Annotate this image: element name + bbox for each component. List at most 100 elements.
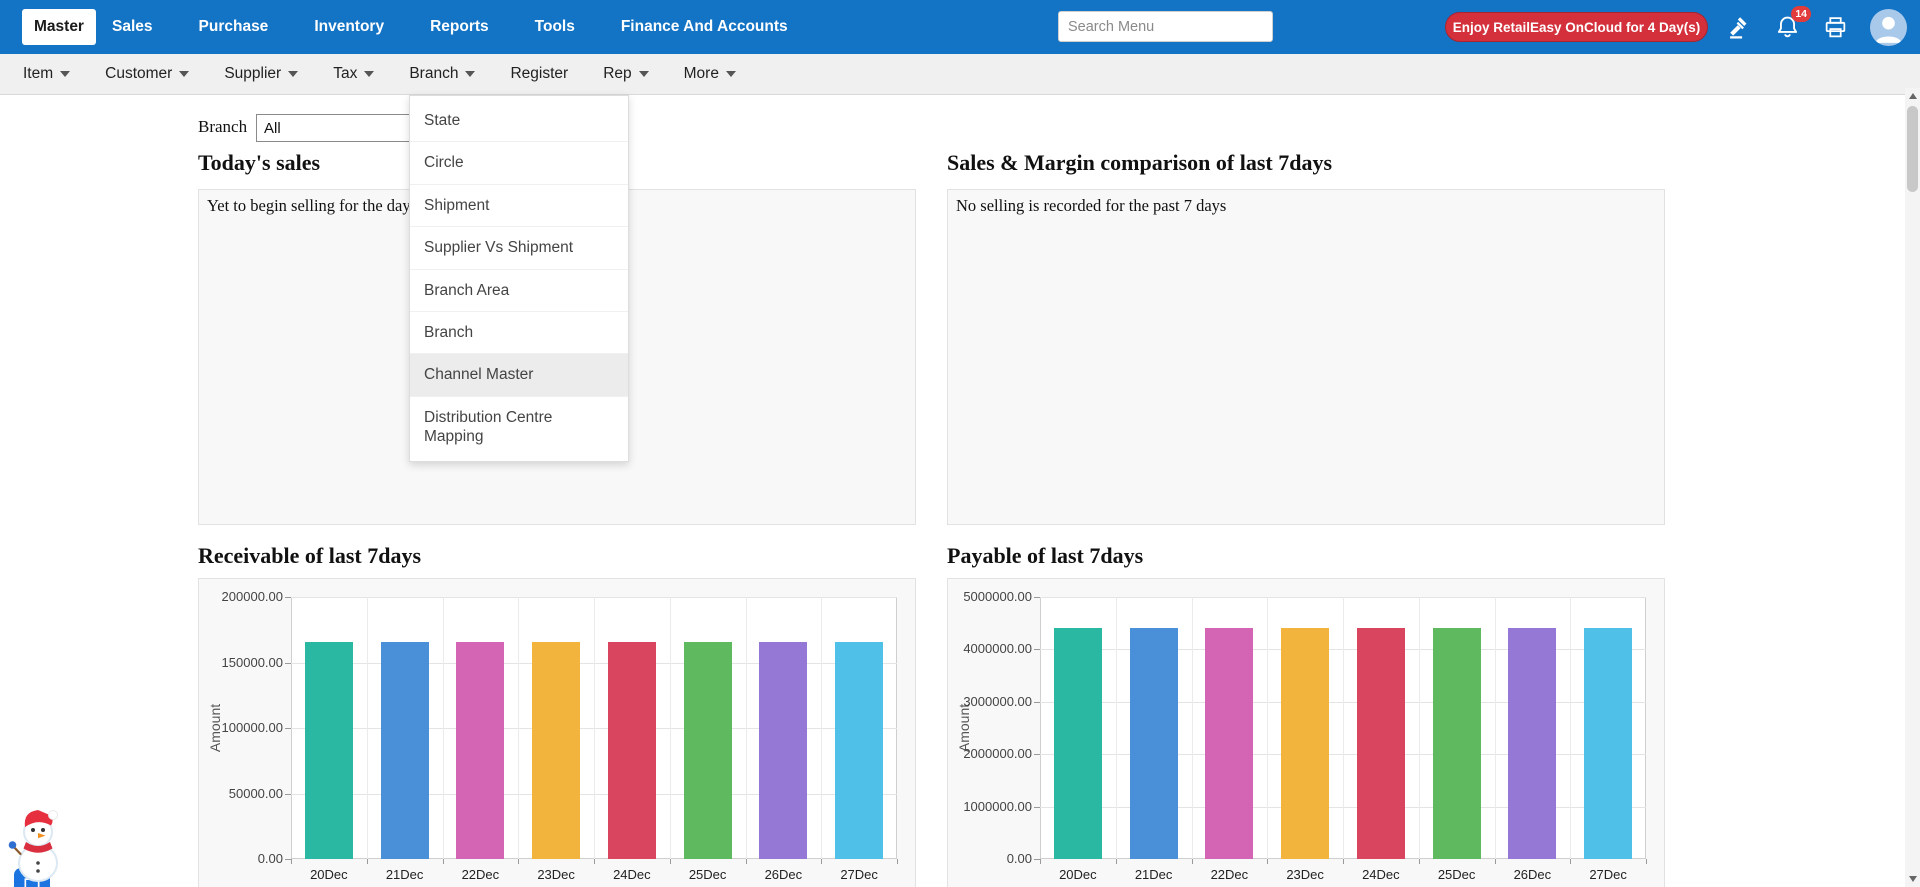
axis-tick bbox=[1115, 859, 1117, 864]
dropdown-item-channel-master[interactable]: Channel Master bbox=[410, 354, 628, 397]
chevron-down-icon bbox=[638, 71, 649, 77]
branch-filter-label: Branch bbox=[198, 117, 248, 136]
nav-master-active[interactable]: Master bbox=[22, 9, 96, 45]
axis-tick bbox=[1646, 859, 1647, 864]
promo-trial-button[interactable]: Enjoy RetailEasy OnCloud for 4 Day(s) bbox=[1445, 12, 1708, 42]
bar-20Dec bbox=[304, 641, 353, 859]
gridline bbox=[1191, 597, 1193, 859]
axis-tick bbox=[821, 859, 823, 864]
gridline bbox=[1494, 597, 1496, 859]
dropdown-item-supplier-vs-shipment[interactable]: Supplier Vs Shipment bbox=[410, 227, 628, 270]
menu-item-label: Tax bbox=[333, 65, 358, 82]
y-tick-label: 3000000.00 bbox=[963, 693, 1032, 709]
dropdown-item-branch-area[interactable]: Branch Area bbox=[410, 270, 628, 312]
scrollbar-up-arrow[interactable] bbox=[1905, 88, 1920, 104]
x-tick-label: 23Dec bbox=[537, 867, 575, 882]
menu-item-label: Item bbox=[23, 65, 54, 82]
topnav-item-sales[interactable]: Sales bbox=[112, 18, 153, 36]
bar-26Dec bbox=[759, 641, 808, 859]
printer-icon[interactable] bbox=[1822, 14, 1848, 40]
bell-icon[interactable]: 14 bbox=[1774, 6, 1811, 40]
y-tick-label: 200000.00 bbox=[221, 589, 283, 604]
sales-margin-title: Sales & Margin comparison of last 7days bbox=[947, 150, 1332, 175]
axis-tick bbox=[285, 597, 291, 598]
axis-tick bbox=[1034, 597, 1040, 598]
x-tick-label: 24Dec bbox=[1362, 867, 1400, 882]
x-tick-label: 27Dec bbox=[1589, 867, 1627, 882]
menu-item-rep[interactable]: Rep bbox=[603, 65, 649, 83]
menu-item-item[interactable]: Item bbox=[23, 65, 71, 83]
y-axis-title: Amount bbox=[956, 703, 972, 753]
scrollbar-thumb[interactable] bbox=[1907, 106, 1918, 192]
gridline bbox=[745, 597, 747, 859]
axis-tick bbox=[1343, 859, 1344, 864]
y-tick-label: 50000.00 bbox=[228, 785, 283, 801]
dropdown-item-circle[interactable]: Circle bbox=[410, 142, 628, 185]
gridline bbox=[518, 597, 520, 859]
axis-tick bbox=[285, 662, 291, 664]
app-viewport: Master Sales Purchase Inventory Reports Tool… bbox=[0, 0, 1920, 887]
y-tick-label: 1000000.00 bbox=[963, 798, 1032, 814]
dropdown-item-distribution-centre-mapping[interactable]: Distribution Centre Mapping bbox=[410, 397, 628, 458]
topnav-item-purchase[interactable]: Purchase bbox=[199, 18, 269, 36]
top-navigation-bar: Master Sales Purchase Inventory Reports Tool… bbox=[0, 0, 1920, 54]
menu-item-supplier[interactable]: Supplier bbox=[224, 65, 299, 83]
topbar-icons: 14 bbox=[1726, 0, 1907, 54]
axis-tick bbox=[1034, 806, 1040, 808]
menu-item-label: Branch bbox=[409, 65, 459, 82]
y-tick-label: 0.00 bbox=[1006, 851, 1032, 866]
dropdown-item-state[interactable]: State bbox=[410, 100, 628, 143]
dropdown-item-branch[interactable]: Branch bbox=[410, 312, 628, 355]
gridline bbox=[1267, 597, 1269, 859]
y-tick-label: 4000000.00 bbox=[963, 641, 1032, 657]
receivable-chart-panel: Amount 0.00 50000.00 100000.00 150000.00 2000… bbox=[198, 578, 916, 887]
bar-24Dec bbox=[1356, 628, 1405, 859]
menu-item-tax[interactable]: Tax bbox=[333, 65, 375, 83]
chevron-down-icon bbox=[465, 71, 476, 77]
axis-tick bbox=[1570, 859, 1572, 864]
bar-27Dec bbox=[1584, 628, 1633, 859]
axis-tick bbox=[366, 859, 368, 864]
x-tick-label: 20Dec bbox=[310, 867, 348, 882]
axis-tick bbox=[669, 859, 671, 864]
x-tick-label: 22Dec bbox=[461, 867, 500, 882]
topnav-item-finance-and-accounts[interactable]: Finance And Accounts bbox=[621, 18, 788, 36]
bar-20Dec bbox=[1053, 628, 1102, 859]
menu-item-branch[interactable]: Branch bbox=[409, 65, 476, 83]
axis-tick bbox=[1034, 649, 1040, 651]
x-tick-label: 24Dec bbox=[613, 867, 651, 882]
user-avatar[interactable] bbox=[1870, 8, 1907, 46]
x-tick-label: 21Dec bbox=[385, 867, 424, 882]
y-tick-label: 0.00 bbox=[257, 851, 283, 866]
menu-item-label: Register bbox=[510, 65, 569, 82]
bar-22Dec bbox=[1205, 628, 1254, 859]
topnav-item-inventory[interactable]: Inventory bbox=[314, 18, 384, 36]
menu-item-register[interactable]: Register bbox=[510, 65, 568, 83]
bar-22Dec bbox=[456, 641, 505, 859]
notification-count-badge: 14 bbox=[1791, 6, 1811, 22]
axis-tick bbox=[745, 859, 747, 864]
chevron-down-icon bbox=[364, 71, 375, 77]
search-input[interactable] bbox=[1058, 11, 1273, 42]
x-tick-label: 20Dec bbox=[1059, 867, 1097, 882]
sales-margin-panel: No selling is recorded for the past 7 da… bbox=[947, 189, 1665, 525]
vertical-scrollbar bbox=[1905, 88, 1920, 887]
snowman-mascot bbox=[8, 800, 70, 887]
topnav-item-tools[interactable]: Tools bbox=[535, 18, 575, 36]
gridline bbox=[366, 597, 368, 859]
receivable-chart-title: Receivable of last 7days bbox=[198, 543, 422, 568]
bar-26Dec bbox=[1508, 628, 1557, 859]
menu-item-more[interactable]: More bbox=[684, 65, 736, 83]
axis-tick bbox=[1034, 754, 1040, 756]
axis-tick bbox=[1191, 859, 1193, 864]
gavel-icon[interactable] bbox=[1726, 14, 1752, 40]
gridline bbox=[1343, 597, 1344, 859]
menu-item-customer[interactable]: Customer bbox=[105, 65, 190, 83]
scrollbar-down-arrow[interactable] bbox=[1905, 871, 1920, 887]
y-tick-label: 2000000.00 bbox=[963, 746, 1032, 762]
gridline bbox=[442, 597, 444, 859]
dropdown-item-shipment[interactable]: Shipment bbox=[410, 185, 628, 228]
topnav-item-reports[interactable]: Reports bbox=[430, 18, 489, 36]
menu-item-label: Customer bbox=[105, 65, 173, 82]
axis-tick bbox=[1034, 701, 1040, 703]
